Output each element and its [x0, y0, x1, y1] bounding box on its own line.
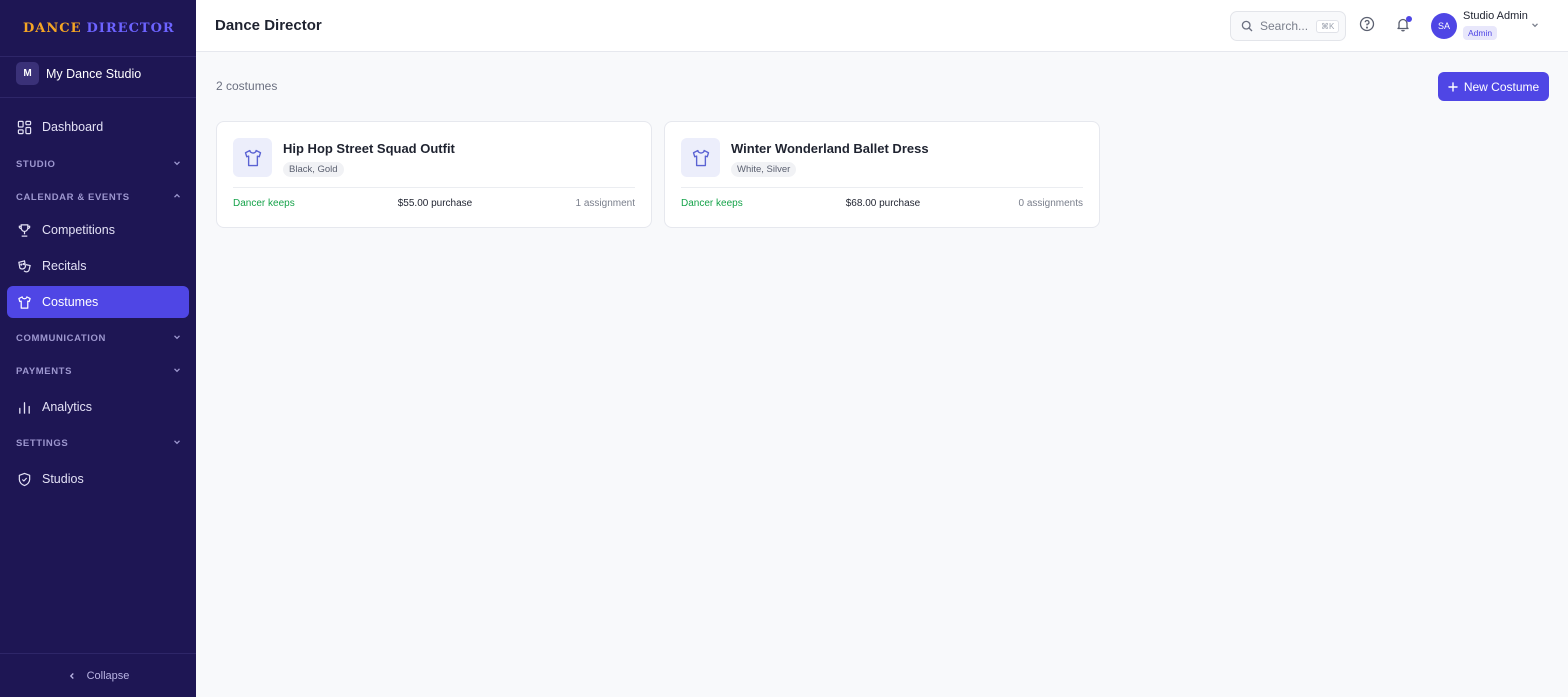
brand-logo[interactable]: DANCE DIRECTOR [0, 0, 196, 57]
studio-name: My Dance Studio [46, 66, 142, 81]
sidebar-item-label: Analytics [42, 400, 93, 414]
sidebar-item-studios[interactable]: Studios [7, 463, 189, 495]
chevron-down-icon [172, 437, 182, 450]
plus-icon [1448, 81, 1458, 92]
user-avatar[interactable]: SA [1431, 13, 1457, 39]
costume-count: 2 costumes [216, 79, 278, 93]
new-costume-label: New Costume [1463, 79, 1540, 94]
sidebar-section-payments[interactable]: PAYMENTS [16, 363, 182, 379]
costume-assignments: 0 assignments [1018, 198, 1083, 209]
sidebar-section-studio[interactable]: STUDIO [16, 156, 182, 172]
costume-assignments: 1 assignment [575, 198, 635, 209]
section-label: STUDIO [16, 158, 56, 170]
user-role-badge: Admin [1463, 26, 1498, 40]
sidebar-item-label: Recitals [42, 259, 87, 273]
shirt-icon [16, 294, 32, 310]
notification-dot [1406, 16, 1412, 22]
trophy-icon [16, 222, 32, 238]
search-icon [1241, 20, 1253, 32]
studio-avatar: M [16, 62, 39, 85]
chevron-down-icon [172, 332, 182, 345]
search-placeholder: Search... [1260, 19, 1309, 33]
costume-colors-badge: White, Silver [731, 162, 797, 177]
search-shortcut: ⌘K [1316, 19, 1340, 33]
search-input[interactable]: Search... ⌘K [1230, 11, 1346, 41]
shirt-icon [681, 138, 720, 177]
chevron-up-icon [172, 191, 182, 204]
costume-name: Hip Hop Street Squad Outfit [283, 141, 455, 156]
card-divider [681, 187, 1083, 188]
sidebar-item-label: Costumes [42, 295, 99, 309]
sidebar-item-costumes[interactable]: Costumes [7, 286, 189, 318]
costume-card[interactable]: Winter Wonderland Ballet Dress White, Si… [664, 121, 1100, 228]
brand-logo-part2: DIRECTOR [86, 20, 175, 36]
costume-card[interactable]: Hip Hop Street Squad Outfit Black, Gold … [216, 121, 652, 228]
sidebar-item-dashboard[interactable]: Dashboard [7, 111, 189, 143]
costume-name: Winter Wonderland Ballet Dress [731, 141, 929, 156]
sidebar-item-label: Competitions [42, 223, 115, 237]
sidebar-item-label: Studios [42, 472, 84, 486]
shirt-icon [233, 138, 272, 177]
brand-logo-part1: DANCE [23, 20, 82, 36]
collapse-sidebar-button[interactable]: Collapse [0, 653, 196, 697]
sidebar-section-settings[interactable]: SETTINGS [16, 435, 182, 451]
shield-check-icon [16, 471, 32, 487]
sidebar-section-calendar[interactable]: CALENDAR & EVENTS [16, 189, 182, 205]
sidebar: DANCE DIRECTOR M My Dance Studio Dashboa… [0, 0, 196, 697]
chevron-left-icon [67, 671, 77, 681]
user-menu-chevron-icon[interactable] [1530, 20, 1540, 30]
card-divider [233, 187, 635, 188]
sidebar-divider [0, 97, 196, 98]
section-label: COMMUNICATION [16, 332, 106, 344]
sidebar-item-label: Dashboard [42, 120, 104, 134]
sidebar-item-competitions[interactable]: Competitions [7, 214, 189, 246]
collapse-label: Collapse [86, 669, 130, 682]
help-button[interactable] [1356, 15, 1378, 37]
help-icon [1359, 16, 1375, 37]
theater-masks-icon [16, 258, 32, 274]
new-costume-button[interactable]: New Costume [1438, 72, 1549, 101]
costume-colors-badge: Black, Gold [283, 162, 344, 177]
section-label: CALENDAR & EVENTS [16, 191, 130, 203]
page-title: Dance Director [215, 17, 322, 34]
section-label: PAYMENTS [16, 365, 73, 377]
chevron-down-icon [172, 365, 182, 378]
bar-chart-icon [16, 399, 32, 415]
sidebar-item-recitals[interactable]: Recitals [7, 250, 189, 282]
studio-switcher[interactable]: M My Dance Studio [16, 62, 141, 85]
section-label: SETTINGS [16, 437, 69, 449]
chevron-down-icon [172, 158, 182, 171]
sidebar-section-communication[interactable]: COMMUNICATION [16, 330, 182, 346]
top-header: Dance Director Search... ⌘K SA Studio Ad… [196, 0, 1568, 52]
dashboard-icon [16, 119, 32, 135]
notifications-button[interactable] [1392, 15, 1414, 37]
user-name[interactable]: Studio Admin [1463, 10, 1528, 22]
sidebar-item-analytics[interactable]: Analytics [7, 391, 189, 423]
